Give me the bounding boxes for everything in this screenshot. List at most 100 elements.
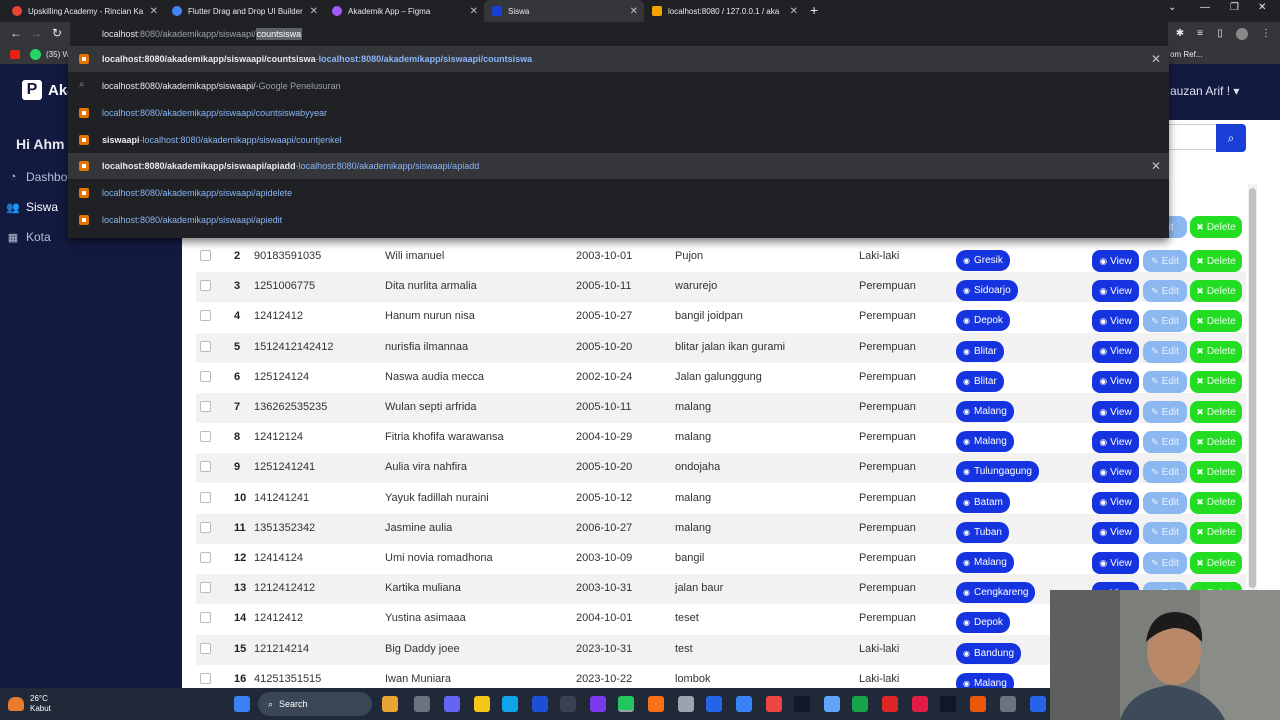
app-icon[interactable]: [940, 696, 956, 712]
scrollbar-thumb[interactable]: [1249, 188, 1256, 588]
new-tab-icon[interactable]: +: [810, 2, 818, 18]
sidebar-item-dashboard[interactable]: ◔ Dashboa: [6, 170, 74, 184]
delete-button[interactable]: ✖Delete: [1190, 340, 1242, 363]
close-icon[interactable]: ✕: [310, 6, 318, 17]
delete-button[interactable]: ✖Delete: [1190, 310, 1242, 333]
weather-widget[interactable]: 26°C Kabut: [8, 694, 51, 714]
kota-badge[interactable]: ◉ Malang: [956, 552, 1014, 573]
app-icon[interactable]: [706, 696, 722, 712]
sidebar-item-siswa[interactable]: 👥 Siswa: [6, 200, 58, 214]
view-button[interactable]: ◉View: [1092, 280, 1139, 303]
edit-button[interactable]: ✎Edit: [1143, 250, 1187, 272]
teams-icon[interactable]: [444, 696, 460, 712]
file-explorer-icon[interactable]: [474, 696, 490, 712]
app-icon[interactable]: [648, 696, 664, 712]
edit-button[interactable]: ✎Edit: [1143, 370, 1187, 393]
delete-button[interactable]: ✖Delete: [1190, 461, 1242, 484]
reload-icon[interactable]: ↻: [52, 26, 62, 40]
row-checkbox[interactable]: [200, 280, 211, 292]
store-icon[interactable]: [532, 696, 548, 712]
search-button[interactable]: ⌕: [1216, 124, 1246, 152]
app-icon[interactable]: [882, 696, 898, 712]
view-button[interactable]: ◉View: [1092, 340, 1139, 363]
app-icon[interactable]: [1000, 696, 1016, 712]
edit-button[interactable]: ✎Edit: [1143, 280, 1187, 303]
view-button[interactable]: ◉View: [1092, 491, 1139, 514]
row-checkbox[interactable]: [200, 552, 211, 563]
kota-badge[interactable]: ◉ Tuban: [956, 521, 1009, 543]
profile-avatar[interactable]: [1236, 28, 1248, 40]
youtube-icon[interactable]: [10, 50, 20, 59]
kota-badge[interactable]: ◉ Cengkareng: [956, 582, 1036, 604]
close-icon[interactable]: ✕: [470, 6, 478, 17]
view-button[interactable]: ◉View: [1092, 250, 1139, 272]
edge-icon[interactable]: [502, 696, 518, 712]
app-icon[interactable]: [766, 696, 782, 712]
chrome-icon[interactable]: [618, 696, 634, 712]
edit-button[interactable]: ✎Edit: [1143, 340, 1187, 363]
row-checkbox[interactable]: [200, 461, 211, 473]
edit-button[interactable]: ✎Edit: [1143, 461, 1187, 484]
suggestion-item[interactable]: localhost:8080/akademikapp/siswaapi/apie…: [68, 207, 1169, 233]
suggestion-item-hovered[interactable]: localhost:8080/akademikapp/siswaapi/apia…: [68, 153, 1169, 179]
browser-tab[interactable]: localhost:8080 / 127.0.0.1 / aka ✕: [644, 0, 804, 22]
address-bar[interactable]: localhost:8080/akademikapp/siswaapi/coun…: [70, 22, 1168, 46]
sidepanel-icon[interactable]: ▯: [1214, 28, 1226, 40]
row-checkbox[interactable]: [200, 310, 211, 322]
app-icon[interactable]: [678, 696, 694, 712]
delete-button[interactable]: ✖Delete: [1190, 250, 1242, 272]
app-icon[interactable]: [912, 696, 928, 712]
extensions-icon[interactable]: ✱: [1174, 28, 1186, 40]
delete-button[interactable]: ✖Delete: [1190, 491, 1242, 514]
task-view-icon[interactable]: [414, 696, 430, 712]
edit-button[interactable]: ✎Edit: [1143, 521, 1187, 544]
suggestion-item[interactable]: ⌕ localhost:8080/akademikapp/siswaapi/ -…: [68, 73, 1169, 99]
edit-button[interactable]: ✎Edit: [1143, 401, 1187, 423]
view-button[interactable]: ◉View: [1092, 552, 1139, 574]
app-icon[interactable]: [736, 696, 752, 712]
view-button[interactable]: ◉View: [1092, 431, 1139, 454]
kota-badge[interactable]: ◉ Malang: [956, 401, 1014, 422]
row-checkbox[interactable]: [200, 672, 211, 684]
suggestion-item[interactable]: localhost:8080/akademikapp/siswaapi/coun…: [68, 46, 1169, 72]
close-icon[interactable]: ✕: [630, 6, 638, 17]
remove-suggestion-icon[interactable]: ✕: [1151, 52, 1161, 66]
kota-badge[interactable]: ◉ Tulungagung: [956, 461, 1039, 483]
edit-button[interactable]: ✎Edit: [1143, 491, 1187, 514]
row-checkbox[interactable]: [200, 250, 211, 261]
view-button[interactable]: ◉View: [1092, 310, 1139, 333]
back-icon[interactable]: ←: [10, 26, 22, 40]
windows-start-icon[interactable]: [234, 696, 250, 712]
row-checkbox[interactable]: [200, 401, 211, 412]
remove-suggestion-icon[interactable]: ✕: [1151, 159, 1161, 173]
kota-badge[interactable]: ◉ Depok: [956, 310, 1010, 332]
row-checkbox[interactable]: [200, 431, 211, 443]
close-icon[interactable]: ✕: [790, 6, 798, 17]
row-checkbox[interactable]: [200, 612, 211, 624]
user-menu[interactable]: auzan Arif ! ▾: [1170, 84, 1239, 98]
suggestion-item[interactable]: siswaapi - localhost:8080/akademikapp/si…: [68, 127, 1169, 153]
minimize-icon[interactable]: —: [1200, 2, 1210, 13]
edit-button[interactable]: ✎Edit: [1143, 431, 1187, 454]
kota-badge[interactable]: ◉ Gresik: [956, 250, 1010, 271]
row-checkbox[interactable]: [200, 582, 211, 594]
close-icon[interactable]: ✕: [150, 6, 158, 17]
app-icon[interactable]: [824, 696, 840, 712]
delete-button[interactable]: ✖Delete: [1190, 521, 1242, 544]
kota-badge[interactable]: ◉ Batam: [956, 491, 1010, 513]
edit-button[interactable]: ✎Edit: [1143, 310, 1187, 333]
bookmark-item[interactable]: om Ref...: [1170, 50, 1202, 59]
delete-button[interactable]: ✖Delete: [1190, 552, 1242, 574]
row-checkbox[interactable]: [200, 340, 211, 352]
edit-button[interactable]: ✎Edit: [1143, 552, 1187, 574]
row-checkbox[interactable]: [200, 370, 211, 382]
kota-badge[interactable]: ◉ Bandung: [956, 642, 1022, 664]
delete-button[interactable]: ✖Delete: [1190, 370, 1242, 393]
row-checkbox[interactable]: [200, 491, 211, 503]
vscode-icon[interactable]: [1030, 696, 1046, 712]
media-icon[interactable]: ≡: [1194, 28, 1206, 40]
app-icon[interactable]: [560, 696, 576, 712]
widgets-icon[interactable]: [382, 696, 398, 712]
delete-button[interactable]: ✖Delete: [1190, 401, 1242, 423]
browser-tab[interactable]: Akademik App – Figma ✕: [324, 0, 484, 22]
